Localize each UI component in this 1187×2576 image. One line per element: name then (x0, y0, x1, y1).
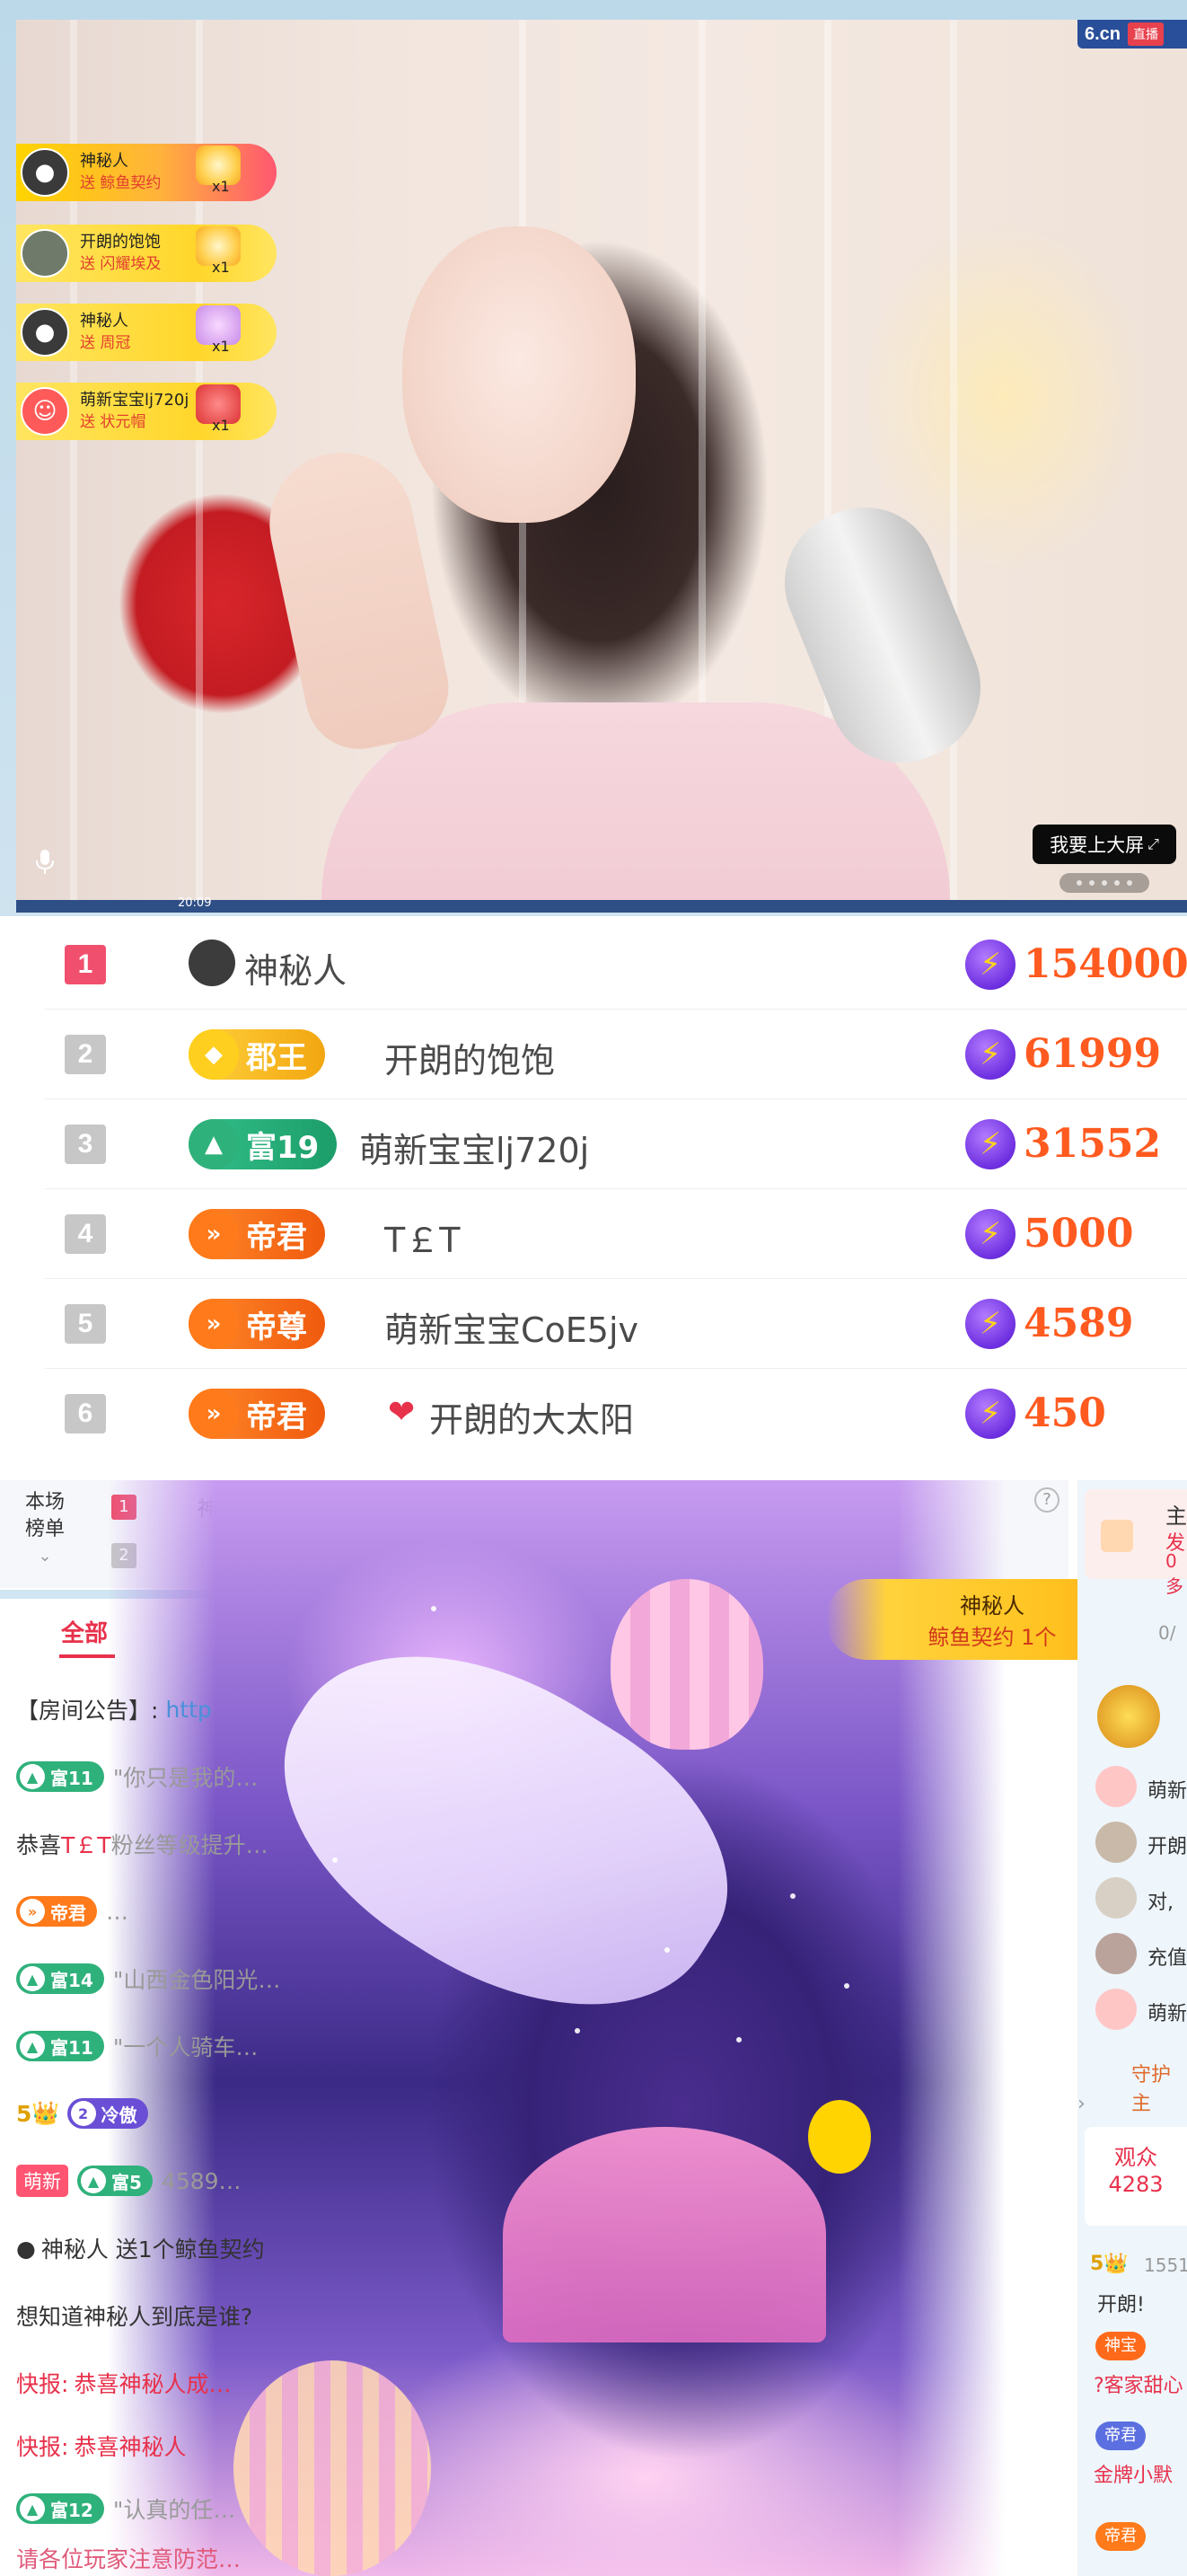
chat-message: 5 👑 2 冷傲 (16, 2086, 1049, 2140)
microphone-icon[interactable] (34, 848, 56, 875)
rank-username: 开朗的饱饱 (384, 1041, 556, 1081)
rank-number: 5 (65, 1304, 106, 1344)
heart-icon: ❤ (388, 1394, 416, 1431)
rank-number: 2 (65, 1035, 106, 1074)
chat-message: 请各位玩家注意防范… (16, 2546, 242, 2572)
task-icon (1101, 1520, 1133, 1552)
chevron-icon: » (189, 1299, 239, 1349)
chat-message: 想知道神秘人到底是谁? (16, 2304, 253, 2330)
gift-feed-item: ● 神秘人 送 鲸鱼契约 x1 (16, 144, 277, 201)
chat-message: ▲ 富11 "一个人骑车… (16, 2019, 1049, 2073)
tab-all[interactable]: 全部 (61, 1615, 108, 1648)
avatar (21, 229, 69, 278)
site-logo-badge: 6.cn 直播 (1077, 20, 1187, 49)
rank-row[interactable]: 5 » 帝尊 萌新宝宝CoE5jv ⚡ 4589 (45, 1279, 1187, 1369)
level-badge: ◆ 郡王 (189, 1029, 325, 1080)
guard-avatar[interactable] (1097, 1685, 1160, 1748)
avatar: ☺ (21, 387, 69, 436)
avatar: ● (21, 148, 69, 197)
rank-username: 萌新宝宝CoE5jv (384, 1310, 639, 1350)
rank-row[interactable]: 3 ▲ 富19 萌新宝宝lj720j ⚡ 31552 (45, 1099, 1187, 1189)
rank-username: 萌新宝宝lj720j (359, 1131, 590, 1170)
rank-score: 450 (1024, 1390, 1106, 1436)
help-icon[interactable]: ? (1034, 1487, 1060, 1513)
rank-number: 3 (65, 1125, 106, 1164)
chat-message: 萌新 ▲ 富5 4589… (16, 2154, 1049, 2208)
avatar (1095, 1877, 1137, 1919)
chat-message: ▲ 富11 "你只是我的… (16, 1750, 1049, 1804)
rank-number: 6 (65, 1394, 106, 1434)
avatar (1095, 1933, 1137, 1974)
chat-message: 恭喜 T￡T 粉丝等级提升… (16, 1832, 268, 1858)
level-badge: » 帝君 (189, 1389, 325, 1439)
rank-number: 1 (65, 945, 106, 984)
level-badge: ▲ 富19 (189, 1119, 338, 1169)
chat-message: ● 神秘人 送1个鲸鱼契约 (16, 2235, 265, 2263)
gift-feed-item: ☺ 萌新宝宝lj720j 送 状元帽 x1 (16, 383, 277, 440)
chevron-icon: » (189, 1389, 239, 1439)
chat-message: » 帝君 … (16, 1884, 1049, 1938)
rank-username: 神秘人 (244, 951, 347, 991)
rank-score: 4589 (1024, 1301, 1134, 1346)
chat-message: 快报: 恭喜 神秘人 (16, 2434, 187, 2460)
rank-row[interactable]: 2 ◆ 郡王 开朗的饱饱 ⚡ 61999 (45, 1010, 1187, 1099)
chevron-icon: » (189, 1209, 239, 1259)
avatar (1095, 1822, 1137, 1863)
rank-row[interactable]: 4 » 帝君 T￡T ⚡ 5000 (45, 1189, 1187, 1279)
big-screen-button[interactable]: 我要上大屏 ⤢ (1033, 825, 1176, 864)
level-badge: » 帝尊 (189, 1299, 325, 1349)
ranking-list: 1 神秘人 ⚡ 154000 2 ◆ 郡王 开朗的饱饱 ⚡ 61999 3 ▲ … (0, 920, 1187, 1478)
right-side-panel: 主 发 0多 0/ 萌新 开朗 对, 充值 萌新 守护主 › 观众 4283 5… (1077, 1480, 1187, 2576)
audience-card[interactable]: 观众 4283 (1085, 2127, 1187, 2226)
rank-score: 154000 (1024, 941, 1187, 987)
session-board-label[interactable]: 本场 榜单 ⌄ (25, 1489, 65, 1570)
rank-number: 4 (65, 1214, 106, 1254)
gift-feed-item: ● 神秘人 送 周冠 x1 (16, 304, 277, 361)
carousel-dots[interactable] (1060, 873, 1149, 893)
lightning-icon: ⚡ (965, 1119, 1016, 1169)
chat-message: ▲ 富14 "山西金色阳光… (16, 1952, 1049, 2006)
lightning-icon: ⚡ (965, 940, 1016, 990)
avatar (1095, 1989, 1137, 2030)
guard-link[interactable]: 守护主 (1131, 2059, 1187, 2116)
rank-score: 5000 (1024, 1211, 1134, 1257)
video-progress-bar[interactable]: 20:09 (16, 896, 1187, 913)
rank-username: T￡T (384, 1221, 461, 1260)
host-card[interactable]: 主 发 0多 (1085, 1489, 1187, 1597)
streamer-face (402, 226, 636, 523)
mystery-avatar-icon (189, 940, 235, 986)
chat-message: ▲ 富12 "认真的任… (16, 2482, 1049, 2536)
lightning-icon: ⚡ (965, 1389, 1016, 1439)
level-badge: » 帝君 (189, 1209, 325, 1259)
chat-message: 【房间公告】: http (16, 1696, 212, 1725)
rank-score: 61999 (1024, 1031, 1162, 1077)
avatar (1095, 1766, 1137, 1807)
lightning-icon: ⚡ (965, 1029, 1016, 1080)
crown-icon: ◆ (189, 1029, 239, 1080)
gift-feed-item: 开朗的饱饱 送 闪耀埃及 x1 (16, 225, 277, 282)
avatar: ● (21, 308, 69, 357)
rank-username: 开朗的大太阳 (429, 1400, 635, 1440)
rank-row[interactable]: 6 » 帝君 ❤ 开朗的大太阳 ⚡ 450 (45, 1369, 1187, 1459)
triangle-icon: ▲ (189, 1119, 239, 1169)
chat-message: 快报: 恭喜 神秘人 成… (16, 2371, 232, 2397)
lightning-icon: ⚡ (965, 1209, 1016, 1259)
live-video-panel[interactable]: 6.cn 直播 ● 神秘人 送 鲸鱼契约 x1 开朗的饱饱 送 闪耀埃及 x1 … (0, 0, 1187, 916)
rank-row[interactable]: 1 神秘人 ⚡ 154000 (45, 920, 1187, 1010)
rank-score: 31552 (1024, 1121, 1162, 1167)
chat-section: 本场 榜单 ⌄ 1 2 神 100000 ? 全部 神秘人 鲸鱼契约 1个 【房… (0, 1480, 1187, 2576)
lightning-icon: ⚡ (965, 1299, 1016, 1349)
chevron-right-icon[interactable]: › (1077, 2093, 1086, 2115)
